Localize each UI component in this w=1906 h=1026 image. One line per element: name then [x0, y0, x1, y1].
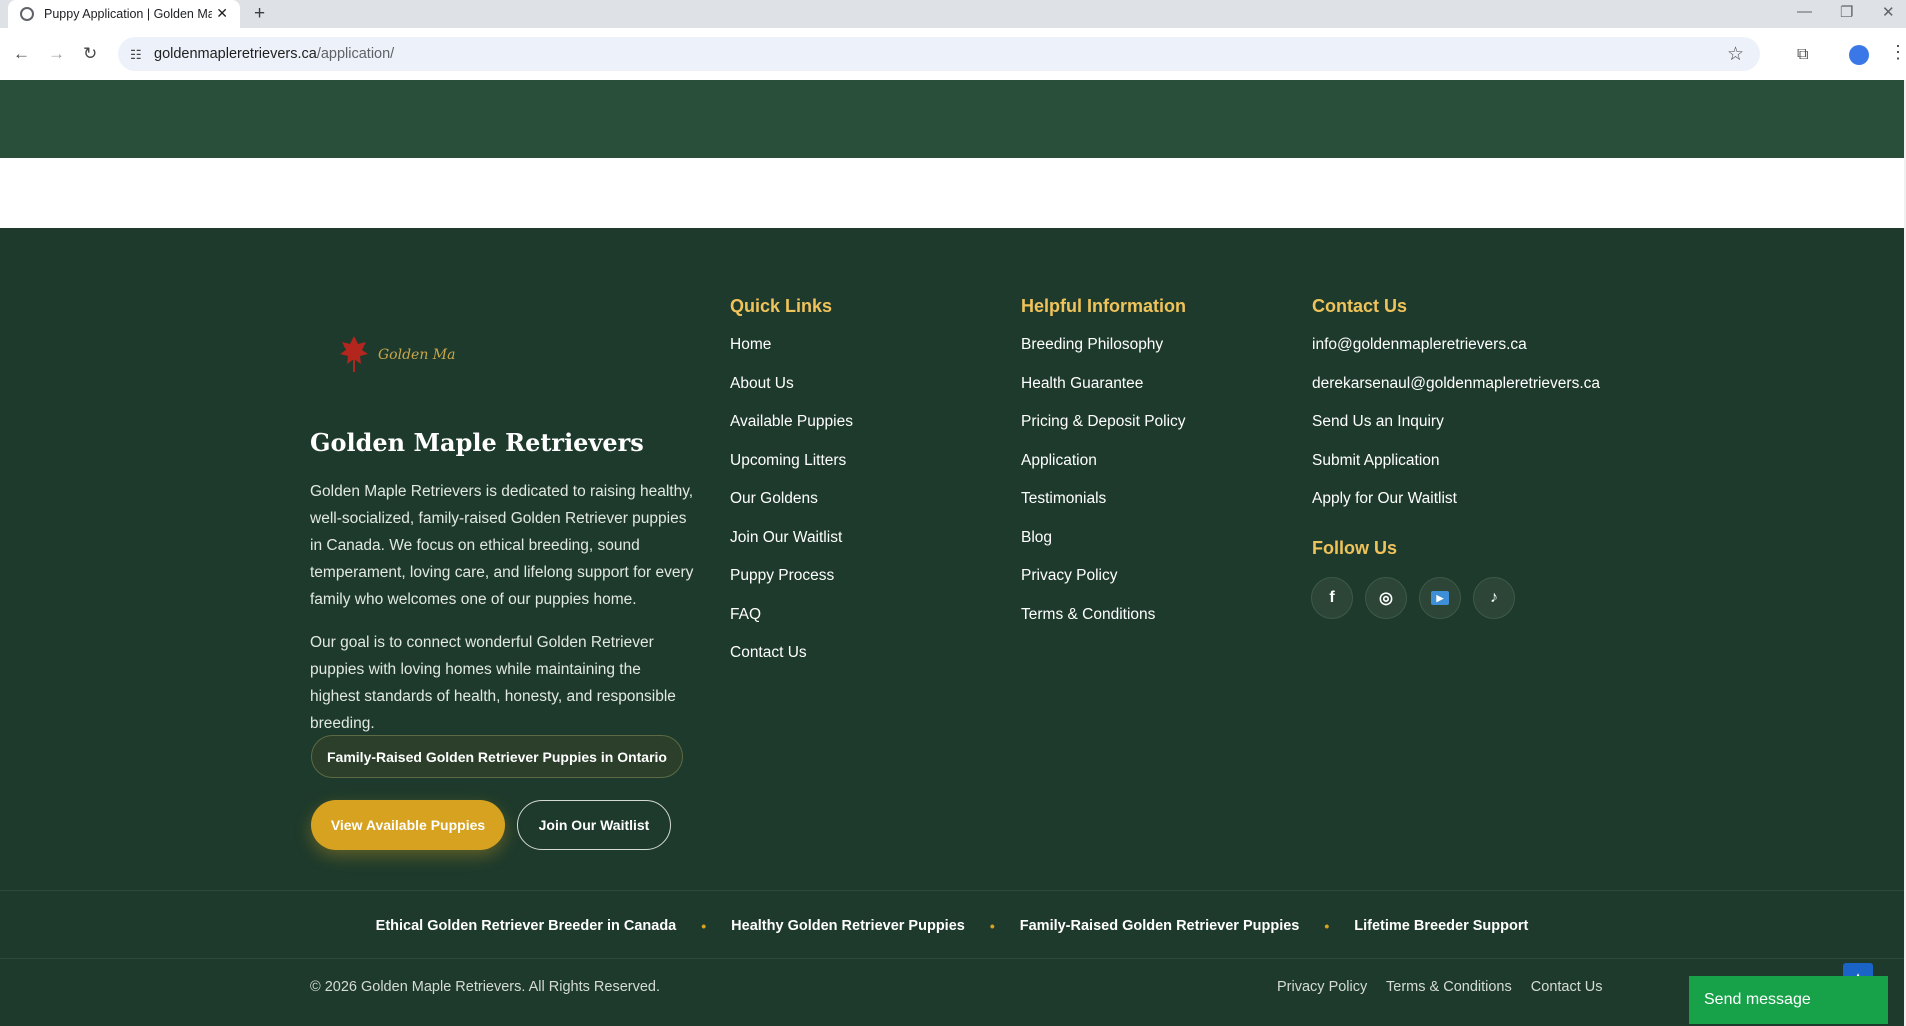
quick-link-our-goldens[interactable]: Our Goldens	[730, 490, 853, 529]
quick-link-available-puppies[interactable]: Available Puppies	[730, 413, 853, 452]
contact-submit-application[interactable]: Submit Application	[1312, 452, 1600, 491]
site-info-icon[interactable]: ☷	[130, 47, 142, 63]
separator-dot-icon: •	[1324, 918, 1330, 934]
helpful-link-terms[interactable]: Terms & Conditions	[1021, 606, 1186, 645]
helpful-link-testimonials[interactable]: Testimonials	[1021, 490, 1186, 529]
quick-link-home[interactable]: Home	[730, 336, 853, 375]
tab-title: Puppy Application | Golden Ma	[44, 7, 212, 21]
helpful-link-application[interactable]: Application	[1021, 452, 1186, 491]
tagline-item: Lifetime Breeder Support	[1354, 918, 1529, 934]
helpful-link-pricing[interactable]: Pricing & Deposit Policy	[1021, 413, 1186, 452]
contact-apply-waitlist[interactable]: Apply for Our Waitlist	[1312, 490, 1600, 529]
brand-logo[interactable]: Golden Maple	[340, 330, 456, 374]
follow-us-heading: Follow Us	[1312, 538, 1397, 558]
facebook-icon[interactable]: f	[1311, 577, 1353, 619]
quick-links-heading: Quick Links	[730, 296, 833, 316]
reload-icon[interactable]: ↻	[83, 44, 97, 64]
tagline-item: Healthy Golden Retriever Puppies	[731, 918, 965, 934]
quick-link-upcoming-litters[interactable]: Upcoming Litters	[730, 452, 853, 491]
browser-tab-strip: Puppy Application | Golden Ma ✕ + — ❐ ✕	[0, 0, 1906, 28]
browser-tab-active[interactable]: Puppy Application | Golden Ma ✕	[8, 0, 240, 28]
bookmark-star-icon[interactable]: ☆	[1727, 43, 1744, 66]
contact-email-info[interactable]: info@goldenmapleretrievers.ca	[1312, 336, 1600, 375]
tagline-item: Ethical Golden Retriever Breeder in Cana…	[375, 918, 677, 934]
location-pill: Family-Raised Golden Retriever Puppies i…	[311, 735, 683, 778]
restore-icon[interactable]: ❐	[1840, 3, 1853, 21]
bottom-link-contact[interactable]: Contact Us	[1531, 979, 1603, 995]
content-spacer	[0, 158, 1904, 228]
browser-toolbar: ← → ↻ ☷ goldenmapleretrievers.ca/applica…	[0, 28, 1906, 81]
bottom-link-privacy[interactable]: Privacy Policy	[1277, 979, 1367, 995]
youtube-icon[interactable]: ▶	[1419, 577, 1461, 619]
helpful-link-health-guarantee[interactable]: Health Guarantee	[1021, 375, 1186, 414]
helpful-link-blog[interactable]: Blog	[1021, 529, 1186, 568]
footer-divider-top	[0, 890, 1904, 891]
view-available-puppies-button[interactable]: View Available Puppies	[311, 800, 505, 850]
quick-link-faq[interactable]: FAQ	[730, 606, 853, 645]
quick-link-puppy-process[interactable]: Puppy Process	[730, 567, 853, 606]
contact-email-derek[interactable]: derekarsenaul@goldenmapleretrievers.ca	[1312, 375, 1600, 414]
new-tab-button[interactable]: +	[254, 3, 265, 25]
helpful-info-heading: Helpful Information	[1021, 296, 1186, 316]
tiktok-icon[interactable]: ♪	[1473, 577, 1515, 619]
about-paragraph-1: Golden Maple Retrievers is dedicated to …	[310, 483, 694, 608]
footer-divider-bottom	[0, 958, 1904, 959]
minimize-icon[interactable]: —	[1797, 3, 1812, 20]
send-message-button[interactable]: Send message	[1689, 976, 1888, 1024]
quick-link-about[interactable]: About Us	[730, 375, 853, 414]
globe-icon	[20, 7, 34, 21]
url-text: goldenmapleretrievers.ca/application/	[154, 46, 395, 62]
contact-list: info@goldenmapleretrievers.ca derekarsen…	[1312, 336, 1600, 529]
svg-text:Golden Maple: Golden Maple	[378, 347, 456, 363]
copyright-text: © 2026 Golden Maple Retrievers. All Righ…	[310, 979, 660, 995]
site-footer	[0, 228, 1904, 1026]
close-tab-icon[interactable]: ✕	[216, 5, 228, 22]
quick-link-contact[interactable]: Contact Us	[730, 644, 853, 683]
footer-brand-title: Golden Maple Retrievers	[310, 428, 644, 457]
browser-menu-icon[interactable]: ⋮	[1889, 42, 1906, 63]
forward-arrow-icon[interactable]: →	[48, 44, 65, 64]
contact-heading: Contact Us	[1312, 296, 1408, 316]
footer-bottom-links: Privacy Policy Terms & Conditions Contac…	[1277, 979, 1618, 995]
instagram-icon[interactable]: ◎	[1365, 577, 1407, 619]
about-paragraph-2: Our goal is to connect wonderful Golden …	[310, 634, 676, 732]
bottom-link-terms[interactable]: Terms & Conditions	[1386, 979, 1512, 995]
close-window-icon[interactable]: ✕	[1882, 3, 1895, 21]
tab-search-icon[interactable]: ⧉	[1797, 46, 1808, 64]
separator-dot-icon: •	[701, 918, 707, 934]
page-header-band	[0, 80, 1904, 158]
back-arrow-icon[interactable]: ←	[13, 44, 30, 64]
contact-send-inquiry[interactable]: Send Us an Inquiry	[1312, 413, 1600, 452]
helpful-info-list: Breeding Philosophy Health Guarantee Pri…	[1021, 336, 1186, 644]
separator-dot-icon: •	[989, 918, 995, 934]
helpful-link-privacy[interactable]: Privacy Policy	[1021, 567, 1186, 606]
join-waitlist-button[interactable]: Join Our Waitlist	[517, 800, 671, 850]
helpful-link-breeding-philosophy[interactable]: Breeding Philosophy	[1021, 336, 1186, 375]
quick-links-list: Home About Us Available Puppies Upcoming…	[730, 336, 853, 683]
tagline-strip: Ethical Golden Retriever Breeder in Cana…	[0, 916, 1904, 936]
tagline-item: Family-Raised Golden Retriever Puppies	[1019, 918, 1300, 934]
address-bar[interactable]: ☷ goldenmapleretrievers.ca/application/ …	[118, 37, 1760, 71]
quick-link-join-waitlist[interactable]: Join Our Waitlist	[730, 529, 853, 568]
profile-avatar[interactable]	[1849, 45, 1869, 65]
